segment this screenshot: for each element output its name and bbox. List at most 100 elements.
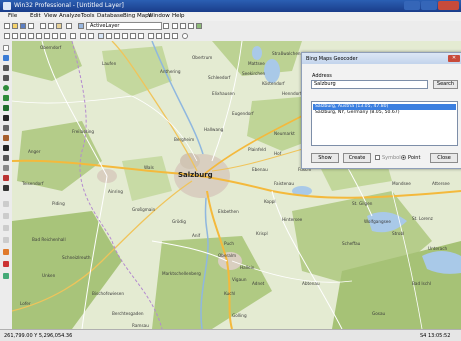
drawing-icon[interactable]: [3, 273, 9, 279]
menu-window[interactable]: Window: [148, 13, 170, 19]
select-icon[interactable]: [98, 33, 104, 39]
results-list[interactable]: Salzburg, Austria (13.05, 47.80) Salzbur…: [311, 101, 458, 146]
maximize-button[interactable]: [421, 1, 437, 10]
statistics-icon[interactable]: [164, 33, 170, 39]
zoom-layer-icon[interactable]: [36, 33, 42, 39]
zoom-in-icon[interactable]: [4, 33, 10, 39]
menu-database[interactable]: Database: [97, 13, 123, 19]
map-label: Schleedorf: [208, 75, 231, 80]
close-icon[interactable]: ✕: [448, 55, 460, 62]
rectangle-icon[interactable]: [3, 95, 9, 101]
cursor-icon[interactable]: [3, 45, 9, 51]
cut-icon[interactable]: [40, 23, 46, 29]
arc-icon[interactable]: [3, 125, 9, 131]
window-title-bar: Win32 Professional - [Untitled Layer]: [0, 0, 461, 12]
marker-icon[interactable]: [3, 261, 9, 267]
search-button[interactable]: Search: [433, 80, 458, 89]
new-icon[interactable]: [4, 23, 10, 29]
add-node-icon[interactable]: [3, 155, 9, 161]
menu-help[interactable]: Help: [172, 13, 185, 19]
create-button[interactable]: Create: [343, 153, 371, 163]
map-label: Bergheim: [174, 137, 195, 142]
layer-icon[interactable]: [78, 23, 84, 29]
info-icon[interactable]: [70, 33, 76, 39]
line-icon[interactable]: [3, 65, 9, 71]
minimize-button[interactable]: [404, 1, 420, 10]
layer-properties-icon[interactable]: [180, 23, 186, 29]
point-radio[interactable]: Point: [401, 154, 420, 162]
checkbox-icon: [375, 155, 380, 160]
menu-analyze[interactable]: Analyze: [59, 13, 81, 19]
help-icon[interactable]: [182, 33, 188, 39]
query-icon[interactable]: [148, 33, 154, 39]
zoom-next-icon[interactable]: [52, 33, 58, 39]
menu-file[interactable]: File: [8, 13, 17, 19]
legend-icon[interactable]: [3, 213, 9, 219]
save-icon[interactable]: [20, 23, 26, 29]
status-bar: 261,799.00 Y 5,296,054.36 S4 13:05:52: [0, 329, 461, 341]
symbol-checkbox[interactable]: Symbol: [375, 154, 401, 162]
map-label: Marktschellenberg: [162, 271, 201, 276]
refresh-icon[interactable]: [188, 23, 194, 29]
print-icon[interactable]: [28, 23, 34, 29]
undo-icon[interactable]: [66, 23, 72, 29]
close-button[interactable]: Close: [430, 153, 458, 163]
map-label: Koppl: [264, 199, 276, 204]
paste-icon[interactable]: [56, 23, 62, 29]
layout-icon[interactable]: [3, 225, 9, 231]
copy-icon[interactable]: [48, 23, 54, 29]
chevron-down-icon[interactable]: [163, 23, 169, 29]
layer-control-icon[interactable]: [172, 23, 178, 29]
list-item[interactable]: Salzburg, NY, Germany (8.05, 50.67): [313, 110, 456, 116]
symbol-icon[interactable]: [3, 55, 9, 61]
map-label: Henndorf: [282, 91, 302, 96]
map-label: Plainfeld: [248, 147, 266, 152]
invert-selection-icon[interactable]: [138, 33, 144, 39]
select-radius-icon[interactable]: [114, 33, 120, 39]
map-label: Faistenau: [274, 181, 295, 186]
select-rect-icon[interactable]: [106, 33, 112, 39]
ellipse-icon[interactable]: [3, 85, 9, 91]
polygon-icon[interactable]: [3, 105, 9, 111]
text-style-icon[interactable]: [3, 201, 9, 207]
label-icon[interactable]: [80, 33, 86, 39]
redistrict-icon[interactable]: [3, 237, 9, 243]
map-window-icon[interactable]: [196, 23, 202, 29]
dialog-title-bar[interactable]: Bing Maps Geocoder ✕: [302, 53, 461, 64]
frame-icon[interactable]: [3, 135, 9, 141]
menu-tools[interactable]: Tools: [81, 13, 95, 19]
crosshair-icon[interactable]: [172, 33, 178, 39]
open-icon[interactable]: [12, 23, 18, 29]
zoom-previous-icon[interactable]: [44, 33, 50, 39]
map-label: Köstendorf: [262, 81, 285, 86]
active-layer-select[interactable]: ActiveLayer: [86, 22, 162, 30]
reshape-icon[interactable]: [3, 145, 9, 151]
map-label: Ebenau: [252, 167, 268, 172]
unselect-icon[interactable]: [130, 33, 136, 39]
color-icon[interactable]: [3, 249, 9, 255]
show-button[interactable]: Show: [311, 153, 339, 163]
sql-icon[interactable]: [156, 33, 162, 39]
polyline-icon[interactable]: [3, 75, 9, 81]
map-label: Teisendorf: [22, 181, 44, 186]
region-style-icon[interactable]: [3, 175, 9, 181]
text-icon[interactable]: [3, 115, 9, 121]
map-label: Abtenau: [302, 281, 320, 286]
close-window-button[interactable]: [438, 1, 459, 10]
menu-edit[interactable]: Edit: [30, 13, 41, 19]
menu-view[interactable]: View: [44, 13, 57, 19]
map-label: Wals: [144, 165, 154, 170]
zoom-out-icon[interactable]: [12, 33, 18, 39]
map-label: Großgmain: [132, 207, 156, 212]
symbol-style-icon[interactable]: [3, 185, 9, 191]
select-polygon-icon[interactable]: [122, 33, 128, 39]
map-label: Anif: [192, 233, 201, 238]
ruler-icon[interactable]: [88, 33, 94, 39]
zoom-extent-icon[interactable]: [28, 33, 34, 39]
line-style-icon[interactable]: [3, 165, 9, 171]
map-label: Obertrum: [192, 55, 213, 60]
address-input[interactable]: Salzburg: [311, 80, 428, 89]
symbol-label: Symbol: [382, 155, 401, 161]
pan-icon[interactable]: [60, 33, 66, 39]
zoom-box-icon[interactable]: [20, 33, 26, 39]
